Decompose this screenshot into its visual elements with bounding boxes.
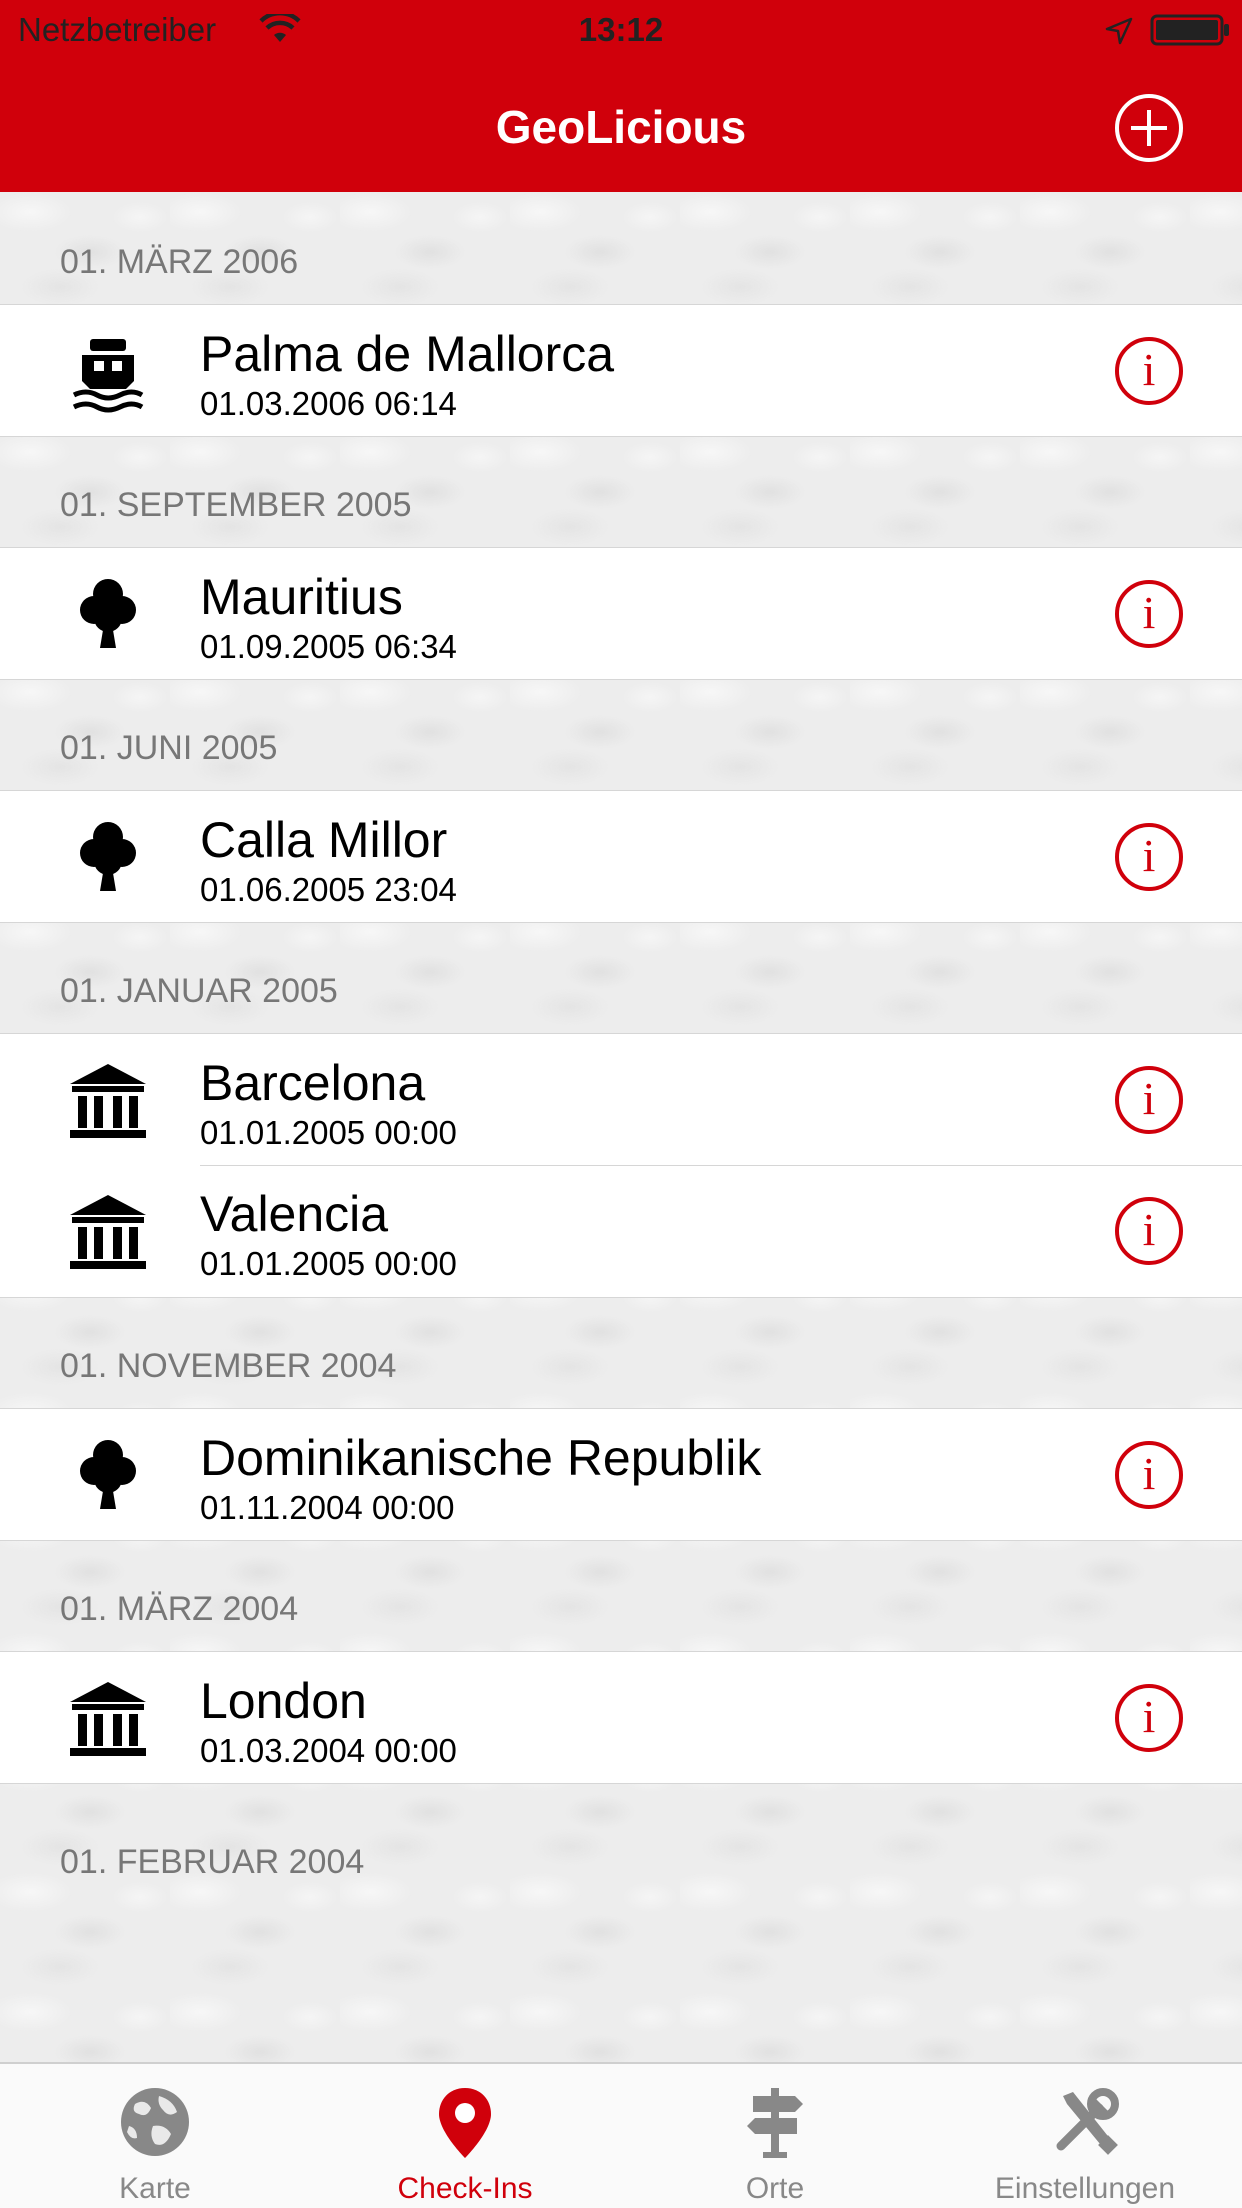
section-rows: Barcelona 01.01.2005 00:00 i Valencia 01.01.… [0,1033,1242,1298]
tab-orte[interactable]: Orte [620,2064,930,2208]
section-header: 01. JANUAR 2005 [0,923,1242,1033]
museum-icon [64,1058,152,1146]
info-icon[interactable]: i [1115,337,1183,405]
checkin-row[interactable]: London 01.03.2004 00:00 i [0,1651,1242,1783]
navigation-header: Netzbetreiber 13:12 GeoLicious [0,0,1242,192]
signpost-icon [737,2084,813,2160]
checkin-title: Dominikanische Republik [200,1430,762,1486]
ship-icon [64,329,152,417]
section-rows: Calla Millor 01.06.2005 23:04 i [0,790,1242,923]
section-header: 01. FEBRUAR 2004 [0,1784,1242,1894]
checkin-row[interactable]: Barcelona 01.01.2005 00:00 i [0,1033,1242,1165]
tab-label: Einstellungen [994,2172,1176,2205]
section-header-label: 01. SEPTEMBER 2005 [60,486,412,524]
section-rows: Palma de Mallorca 01.03.2006 06:14 i [0,304,1242,437]
tab-check-ins[interactable]: Check-Ins [310,2064,620,2208]
info-icon[interactable]: i [1115,823,1183,891]
info-icon[interactable]: i [1115,1066,1183,1134]
section-header-label: 01. MÄRZ 2006 [60,243,299,281]
info-icon[interactable]: i [1115,1684,1183,1752]
section-header: 01. SEPTEMBER 2005 [0,437,1242,547]
section-header-label: 01. JANUAR 2005 [60,972,338,1010]
checkin-list[interactable]: 01. MÄRZ 2006 Palma de Mallorca 01.03.2006… [0,192,1242,2062]
section-header-label: 01. JUNI 2005 [60,729,278,767]
section-header: 01. NOVEMBER 2004 [0,1298,1242,1408]
section-header: 01. MÄRZ 2004 [0,1541,1242,1651]
page-title: GeoLicious [495,101,747,153]
checkin-date: 01.11.2004 00:00 [200,1489,455,1526]
checkin-title: Calla Millor [200,812,448,868]
tab-label: Karte [119,2172,191,2205]
section-header: 01. MÄRZ 2006 [0,192,1242,304]
checkin-row[interactable]: Palma de Mallorca 01.03.2006 06:14 i [0,304,1242,436]
tree-icon [64,1433,152,1521]
checkin-date: 01.06.2005 23:04 [200,871,457,908]
tab-label: Check-Ins [397,2172,533,2205]
checkin-title: Palma de Mallorca [200,326,615,382]
tab-einstellungen[interactable]: Einstellungen [930,2064,1240,2208]
checkin-title: Barcelona [200,1055,426,1111]
checkin-date: 01.09.2005 06:34 [200,628,457,665]
checkin-title: Valencia [200,1186,389,1242]
tab-karte[interactable]: Karte [0,2064,310,2208]
info-icon[interactable]: i [1115,580,1183,648]
checkin-row[interactable]: Calla Millor 01.06.2005 23:04 i [0,790,1242,922]
info-icon[interactable]: i [1115,1197,1183,1265]
checkin-title: London [200,1673,367,1729]
checkin-title: Mauritius [200,569,403,625]
tree-icon [64,572,152,660]
checkin-row[interactable]: Valencia 01.01.2005 00:00 i [0,1165,1242,1297]
status-time: 13:12 [578,11,664,48]
section-rows: Dominikanische Republik 01.11.2004 00:00 i [0,1408,1242,1541]
info-icon[interactable]: i [1115,1441,1183,1509]
checkin-date: 01.03.2004 00:00 [200,1732,457,1769]
tab-bar: Karte Check-Ins Orte Einstellungen [0,2062,1242,2208]
checkin-row[interactable]: Dominikanische Republik 01.11.2004 00:00 i [0,1408,1242,1540]
tree-icon [64,815,152,903]
section-header: 01. JUNI 2005 [0,680,1242,790]
section-rows: London 01.03.2004 00:00 i [0,1651,1242,1784]
checkin-date: 01.01.2005 00:00 [200,1114,457,1151]
section-header-label: 01. FEBRUAR 2004 [60,1843,365,1881]
section-rows: Mauritius 01.09.2005 06:34 i [0,547,1242,680]
section-header-label: 01. MÄRZ 2004 [60,1590,299,1628]
globe-icon [117,2084,193,2160]
add-checkin-button[interactable] [1115,94,1183,162]
tab-label: Orte [745,2172,805,2205]
museum-icon [64,1189,152,1277]
section-header-label: 01. NOVEMBER 2004 [60,1347,397,1385]
checkin-date: 01.01.2005 00:00 [200,1245,457,1282]
location-arrow-icon [1105,17,1133,45]
checkin-row[interactable]: Mauritius 01.09.2005 06:34 i [0,547,1242,679]
checkin-date: 01.03.2006 06:14 [200,385,457,422]
tools-icon [1047,2084,1123,2160]
status-bar: Netzbetreiber 13:12 [0,0,1242,62]
map-pin-icon [427,2084,503,2160]
battery-icon [1150,14,1229,46]
museum-icon [64,1676,152,1764]
